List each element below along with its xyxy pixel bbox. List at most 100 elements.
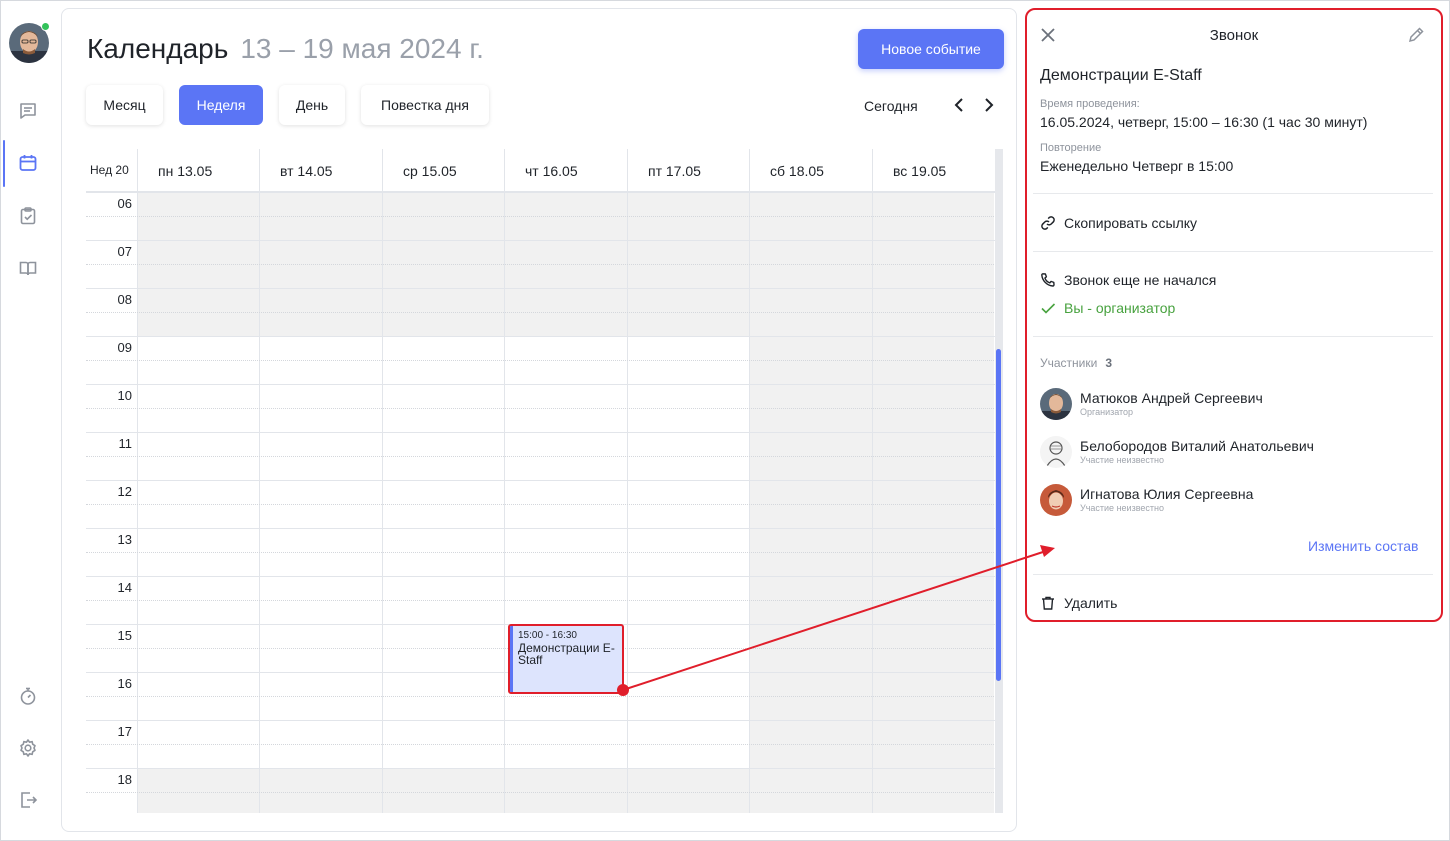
participant-row[interactable]: Белобородов Виталий Анатольевич Участие … — [1040, 436, 1430, 470]
time-value: 16.05.2024, четверг, 15:00 – 16:30 (1 ча… — [1040, 114, 1368, 130]
sidebar — [0, 0, 56, 841]
participant-role: Участие неизвестно — [1080, 503, 1164, 513]
hour-line — [86, 720, 996, 721]
phone-icon — [1040, 272, 1056, 288]
check-icon — [1040, 300, 1056, 316]
half-hour-line — [86, 744, 996, 745]
day-header-sun[interactable]: вс 19.05 — [872, 149, 994, 192]
sidebar-active-indicator — [3, 140, 5, 187]
divider — [1033, 574, 1433, 575]
call-status: Звонок еще не начался — [1040, 272, 1216, 288]
hour-line — [86, 336, 996, 337]
participant-name: Матюков Андрей Сергеевич — [1080, 390, 1263, 406]
hour-label: 18 — [117, 772, 132, 787]
scrollbar-thumb[interactable] — [996, 349, 1001, 681]
half-hour-line — [86, 216, 996, 217]
day-header-sat[interactable]: сб 18.05 — [749, 149, 871, 192]
edit-button[interactable] — [1407, 26, 1425, 49]
pencil-icon — [1408, 27, 1424, 43]
hour-label: 07 — [117, 244, 132, 259]
event-title: Демонстрации E-Staff — [518, 641, 615, 667]
participants-count: 3 — [1105, 356, 1113, 370]
half-hour-line — [86, 504, 996, 505]
book-icon[interactable] — [16, 256, 40, 280]
copy-link-button[interactable]: Скопировать ссылку — [1040, 215, 1197, 231]
divider — [1033, 193, 1433, 194]
next-week-button[interactable] — [980, 95, 998, 115]
panel-title: Звонок — [1209, 27, 1259, 44]
hour-line — [86, 480, 996, 481]
avatar — [1040, 436, 1072, 468]
participants-label: Участники — [1040, 356, 1098, 370]
copy-link-label: Скопировать ссылку — [1064, 215, 1198, 231]
online-status-dot — [41, 22, 50, 31]
view-month-button[interactable]: Месяц — [86, 85, 163, 125]
logout-icon[interactable] — [16, 788, 40, 812]
half-hour-line — [86, 360, 996, 361]
hour-line — [86, 528, 996, 529]
view-agenda-button[interactable]: Повестка дня — [361, 85, 489, 125]
avatar — [1040, 484, 1072, 516]
page-title-text: Календарь — [87, 33, 229, 64]
organizer-note-text: Вы - организатор — [1064, 300, 1176, 316]
hour-label: 06 — [117, 196, 132, 211]
hour-label: 11 — [118, 436, 133, 451]
delete-button[interactable]: Удалить — [1040, 595, 1117, 611]
hour-line — [86, 432, 996, 433]
hour-label: 10 — [117, 388, 132, 403]
view-week-button[interactable]: Неделя — [179, 85, 263, 125]
link-icon — [1040, 215, 1056, 231]
half-hour-line — [86, 552, 996, 553]
divider — [1033, 336, 1433, 337]
event-name: Демонстрации E-Staff — [1040, 67, 1202, 84]
half-hour-line — [86, 264, 996, 265]
participant-role: Организатор — [1080, 407, 1134, 417]
hour-line — [86, 768, 996, 769]
hour-label: 08 — [117, 292, 132, 307]
hour-line — [86, 288, 996, 289]
day-header-thu[interactable]: чт 16.05 — [504, 149, 626, 192]
repeat-label: Повторение — [1040, 142, 1102, 154]
day-header-wed[interactable]: ср 15.05 — [382, 149, 504, 192]
day-header-mon[interactable]: пн 13.05 — [137, 149, 259, 192]
avatar — [1040, 388, 1072, 420]
hour-line — [86, 192, 996, 193]
call-status-text: Звонок еще не начался — [1064, 272, 1217, 288]
repeat-value: Еженедельно Четверг в 15:00 — [1040, 158, 1234, 174]
chevron-right-icon — [985, 98, 994, 112]
half-hour-line — [86, 312, 996, 313]
day-header-tue[interactable]: вт 14.05 — [259, 149, 381, 192]
organizer-note: Вы - организатор — [1040, 300, 1175, 316]
delete-label: Удалить — [1064, 595, 1118, 611]
participant-row[interactable]: Матюков Андрей Сергеевич Организатор — [1040, 388, 1430, 422]
hour-label: 12 — [117, 484, 132, 499]
new-event-button[interactable]: Новое событие — [858, 29, 1004, 69]
event-details-panel: Звонок Демонстрации E-Staff Время провед… — [1025, 8, 1443, 622]
today-button[interactable]: Сегодня — [864, 98, 918, 114]
view-day-button[interactable]: День — [279, 85, 345, 125]
day-header-fri[interactable]: пт 17.05 — [627, 149, 749, 192]
stopwatch-icon[interactable] — [16, 684, 40, 708]
hour-label: 16 — [117, 676, 132, 691]
calendar-card: Календарь 13 – 19 мая 2024 г. Новое событ… — [61, 8, 1017, 832]
clipboard-check-icon[interactable] — [16, 204, 40, 228]
prev-week-button[interactable] — [950, 95, 968, 115]
change-members-link[interactable]: Изменить состав — [1308, 538, 1418, 554]
participant-row[interactable]: Игнатова Юлия Сергеевна Участие неизвест… — [1040, 484, 1430, 518]
week-number: Нед 20 — [90, 163, 129, 177]
half-hour-line — [86, 456, 996, 457]
page-title: Календарь 13 – 19 мая 2024 г. — [87, 33, 484, 65]
gear-icon[interactable] — [16, 736, 40, 760]
hour-label: 17 — [117, 724, 132, 739]
calendar-event[interactable]: 15:00 - 16:30 Демонстрации E-Staff — [508, 624, 624, 694]
chat-icon[interactable] — [16, 99, 40, 123]
hour-label: 13 — [117, 532, 132, 547]
hour-label: 09 — [117, 340, 132, 355]
half-hour-line — [86, 792, 996, 793]
divider — [1033, 251, 1433, 252]
chevron-left-icon — [954, 98, 963, 112]
hour-line — [86, 384, 996, 385]
calendar-icon[interactable] — [16, 151, 40, 175]
half-hour-line — [86, 696, 996, 697]
grid-header: Нед 20 пн 13.05 вт 14.05 ср 15.05 чт 16.… — [86, 149, 996, 192]
